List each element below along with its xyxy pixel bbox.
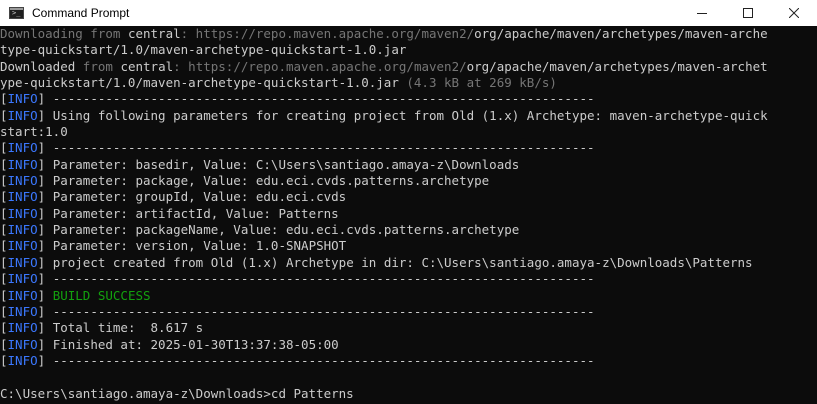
console-text: org/apache/maven/archetypes/maven-arche <box>474 26 768 41</box>
console-line: C:\Users\santiago.amaya-z\Downloads>cd P… <box>0 386 817 402</box>
console-text: ] Finished at: 2025-01-30T13:37:38-05:00 <box>37 336 339 352</box>
info-tag: INFO <box>7 222 38 238</box>
console-text: ] project created from Old (1.x) Archety… <box>37 254 753 270</box>
info-tag: INFO <box>7 320 38 336</box>
info-tag: INFO <box>7 91 38 107</box>
console-text: [ <box>0 91 8 107</box>
title-bar[interactable]: >_ Command Prompt <box>0 0 817 26</box>
console-output[interactable]: Downloading from central: https://repo.m… <box>0 26 817 404</box>
console-text: ] Total time: 8.617 s <box>37 320 204 336</box>
console-text: Downloaded <box>0 58 83 74</box>
info-tag: INFO <box>7 140 38 156</box>
console-text: ] --------------------------------------… <box>37 91 595 107</box>
console-text: [ <box>0 173 8 189</box>
info-tag: INFO <box>7 336 38 352</box>
console-text: central <box>127 26 181 41</box>
console-line: [INFO] Total time: 8.617 s <box>0 320 817 336</box>
console-line: [INFO] BUILD SUCCESS <box>0 288 817 304</box>
console-text: ] --------------------------------------… <box>37 303 595 319</box>
console-text: [ <box>0 238 8 254</box>
console-text: [ <box>0 336 8 352</box>
console-line: [INFO] Parameter: packageName, Value: ed… <box>0 222 817 238</box>
console-text: [ <box>0 107 8 123</box>
console-line: [INFO] ---------------------------------… <box>0 304 817 320</box>
console-line: [INFO] Parameter: package, Value: edu.ec… <box>0 173 817 189</box>
console-text: (4.3 kB at 269 kB/s) <box>398 75 557 91</box>
console-text: ] Parameter: package, Value: edu.eci.cvd… <box>37 173 490 189</box>
console-text: from <box>82 58 121 74</box>
console-text: type-quickstart/1.0/maven-archetype-quic… <box>0 42 407 58</box>
build-success-text: BUILD SUCCESS <box>52 287 151 303</box>
console-line: [INFO] ---------------------------------… <box>0 271 817 287</box>
window-title: Command Prompt <box>32 6 130 20</box>
maximize-button[interactable] <box>725 0 771 26</box>
console-text: org/apache/maven/archetypes/maven-archet <box>466 58 768 74</box>
console-text: [ <box>0 320 8 336</box>
console-line: [INFO] Parameter: basedir, Value: C:\Use… <box>0 157 817 173</box>
console-text: ] --------------------------------------… <box>37 352 595 368</box>
console-text: [ <box>0 140 8 156</box>
maximize-icon <box>743 8 753 18</box>
info-tag: INFO <box>7 156 38 172</box>
cmd-icon[interactable]: >_ <box>9 7 24 19</box>
info-tag: INFO <box>7 238 38 254</box>
console-text: [ <box>0 205 8 221</box>
info-tag: INFO <box>7 271 38 287</box>
console-line: Downloading from central: https://repo.m… <box>0 26 817 42</box>
close-button[interactable] <box>771 0 817 26</box>
console-text: [ <box>0 352 8 368</box>
console-text: Downloading from <box>0 26 128 41</box>
close-icon <box>789 8 799 18</box>
window-controls <box>679 0 817 26</box>
console-text: ] Parameter: artifactId, Value: Patterns <box>37 205 339 221</box>
console-text: [ <box>0 156 8 172</box>
console-text: ] Using following parameters for creatin… <box>37 107 768 123</box>
console-text: ] Parameter: version, Value: 1.0-SNAPSHO… <box>37 238 347 254</box>
console-line: [INFO] Using following parameters for cr… <box>0 108 817 124</box>
console-text: central <box>120 58 174 74</box>
info-tag: INFO <box>7 107 38 123</box>
console-text: [ <box>0 271 8 287</box>
console-text: [ <box>0 222 8 238</box>
console-text: [ <box>0 303 8 319</box>
info-tag: INFO <box>7 287 38 303</box>
console-text: ] Parameter: groupId, Value: edu.eci.cvd… <box>37 189 347 205</box>
info-tag: INFO <box>7 254 38 270</box>
console-text: ] <box>37 287 53 303</box>
console-line: Downloaded from central: https://repo.ma… <box>0 59 817 75</box>
console-line: ype-quickstart/1.0/maven-archetype-quick… <box>0 75 817 91</box>
console-line: start:1.0 <box>0 124 817 140</box>
command-prompt-window: >_ Command Prompt Downloading from centr… <box>0 0 817 404</box>
info-tag: INFO <box>7 189 38 205</box>
console-text: [ <box>0 287 8 303</box>
console-text: C:\Users\santiago.amaya-z\Downloads>cd P… <box>0 385 354 401</box>
console-text: : https://repo.maven.apache.org/maven2/ <box>180 26 475 41</box>
console-line: [INFO] ---------------------------------… <box>0 91 817 107</box>
console-text: ] Parameter: packageName, Value: edu.eci… <box>37 222 520 238</box>
console-line: [INFO] Finished at: 2025-01-30T13:37:38-… <box>0 337 817 353</box>
console-line: [INFO] ---------------------------------… <box>0 353 817 369</box>
console-text: ] --------------------------------------… <box>37 271 595 287</box>
console-text: start:1.0 <box>0 124 68 140</box>
console-line: [INFO] ---------------------------------… <box>0 140 817 156</box>
info-tag: INFO <box>7 173 38 189</box>
console-line: [INFO] Parameter: version, Value: 1.0-SN… <box>0 238 817 254</box>
console-line: type-quickstart/1.0/maven-archetype-quic… <box>0 42 817 58</box>
console-text: ] --------------------------------------… <box>37 140 595 156</box>
console-line: [INFO] Parameter: artifactId, Value: Pat… <box>0 206 817 222</box>
info-tag: INFO <box>7 205 38 221</box>
info-tag: INFO <box>7 352 38 368</box>
console-text: ype-quickstart/1.0/maven-archetype-quick… <box>0 75 399 91</box>
console-line: [INFO] Parameter: groupId, Value: edu.ec… <box>0 189 817 205</box>
console-text: : https://repo.maven.apache.org/maven2/ <box>173 58 467 74</box>
console-text: [ <box>0 254 8 270</box>
console-text: [ <box>0 189 8 205</box>
console-line: [INFO] project created from Old (1.x) Ar… <box>0 255 817 271</box>
minimize-icon <box>697 13 707 14</box>
console-text: ] Parameter: basedir, Value: C:\Users\sa… <box>37 156 520 172</box>
info-tag: INFO <box>7 303 38 319</box>
minimize-button[interactable] <box>679 0 725 26</box>
